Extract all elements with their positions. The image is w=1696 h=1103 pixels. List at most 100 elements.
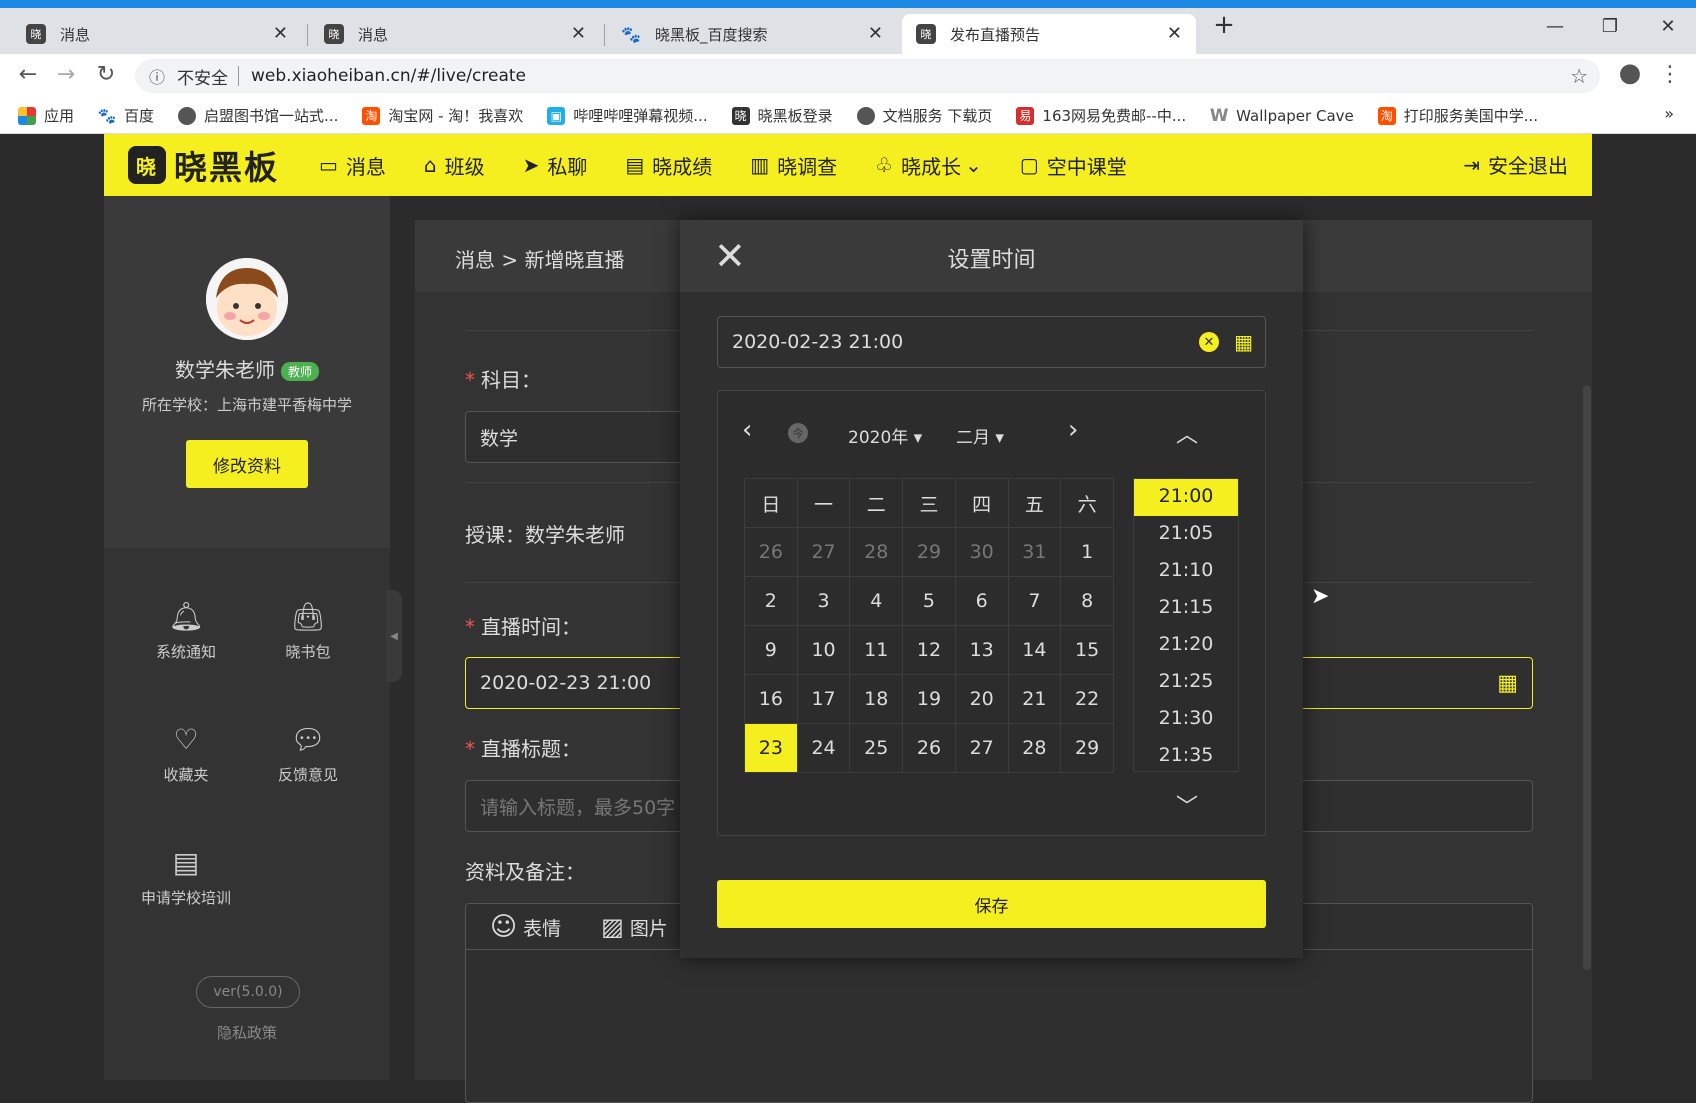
nav-item-growth[interactable]: ♧ 晓成长 ⌄	[875, 151, 982, 180]
year-select[interactable]: 2020年 ▾	[848, 423, 922, 448]
calendar-day[interactable]: 25	[849, 723, 904, 773]
bookmark-item[interactable]: 文档服务 下载页	[856, 105, 992, 126]
calendar-day[interactable]: 17	[796, 674, 851, 724]
time-option[interactable]: 21:25	[1134, 664, 1238, 701]
clear-icon[interactable]: ✕	[1199, 332, 1219, 352]
close-icon[interactable]: ✕	[868, 23, 883, 44]
nav-item-air-class[interactable]: ▢ 空中课堂	[1020, 151, 1127, 180]
calendar-day[interactable]: 13	[954, 625, 1009, 675]
minimize-icon[interactable]: —	[1535, 16, 1575, 37]
shortcut-feedback[interactable]: 💬︎ 反馈意见	[248, 723, 368, 785]
bookmark-item[interactable]: 淘打印服务美国中学...	[1377, 105, 1538, 126]
emoji-button[interactable]: ☺ 表情	[490, 912, 561, 942]
calendar-day[interactable]: 1	[1060, 527, 1114, 577]
calendar-day[interactable]: 26	[902, 723, 956, 773]
nav-item-scores[interactable]: ▤ 晓成绩	[625, 151, 712, 180]
calendar-day[interactable]: 10	[796, 625, 851, 675]
nav-item-class[interactable]: ⌂ 班级	[424, 151, 485, 180]
bookmark-item[interactable]: W Wallpaper Cave	[1210, 106, 1354, 126]
calendar-day[interactable]: 28	[849, 527, 904, 577]
calendar-day[interactable]: 2	[744, 576, 798, 626]
privacy-link[interactable]: 隐私政策	[104, 1022, 390, 1043]
restore-icon[interactable]: ❐	[1590, 16, 1630, 37]
calendar-day[interactable]: 11	[849, 625, 904, 675]
edit-profile-button[interactable]: 修改资料	[186, 440, 308, 488]
calendar-day[interactable]: 12	[902, 625, 956, 675]
calendar-day[interactable]: 3	[796, 576, 851, 626]
prev-month-icon[interactable]: ‹	[742, 415, 752, 445]
shortcut-system-notice[interactable]: 🔔︎ 系统通知	[126, 600, 246, 662]
calendar-day[interactable]: 6	[954, 576, 1009, 626]
datetime-input[interactable]: 2020-02-23 21:00 ✕ ▦	[717, 316, 1266, 368]
nav-item-chat[interactable]: ➤ 私聊	[523, 151, 588, 180]
browser-tab[interactable]: 晓 消息 ✕	[310, 14, 600, 54]
month-select[interactable]: 二月 ▾	[956, 423, 1004, 448]
account-icon[interactable]: ●	[1616, 58, 1644, 88]
time-option[interactable]: 21:10	[1134, 553, 1238, 590]
calendar-day[interactable]: 5	[902, 576, 956, 626]
bookmark-item[interactable]: 应用	[18, 105, 74, 126]
close-icon[interactable]: ✕	[1167, 23, 1182, 44]
calendar-day[interactable]: 9	[744, 625, 798, 675]
calendar-day[interactable]: 29	[1060, 723, 1114, 773]
subject-select[interactable]: 数学	[465, 411, 705, 463]
sidebar-collapse-handle[interactable]: ◀	[386, 590, 402, 682]
nav-item-messages[interactable]: ▭ 消息	[319, 151, 386, 180]
calendar-day[interactable]: 8	[1060, 576, 1114, 626]
new-tab-button[interactable]: +	[1204, 10, 1244, 40]
calendar-day[interactable]: 15	[1060, 625, 1114, 675]
calendar-day[interactable]: 27	[954, 723, 1009, 773]
page-scrollbar[interactable]	[1583, 385, 1591, 970]
time-scroll-down-icon[interactable]: ﹀	[1176, 789, 1198, 821]
window-close-icon[interactable]: ✕	[1648, 16, 1688, 37]
bookmark-item[interactable]: 淘淘宝网 - 淘！我喜欢	[362, 105, 523, 126]
forward-icon[interactable]: →	[52, 62, 80, 87]
shortcut-favorites[interactable]: ♡ 收藏夹	[126, 723, 246, 785]
bookmark-item[interactable]: 易 163网易免费邮--中...	[1016, 105, 1186, 126]
calendar-day[interactable]: 20	[954, 674, 1009, 724]
bookmark-item[interactable]: 🐾 百度	[98, 105, 154, 126]
reload-icon[interactable]: ↻	[92, 62, 120, 87]
calendar-day[interactable]: 22	[1060, 674, 1114, 724]
calendar-day[interactable]: 27	[796, 527, 851, 577]
browser-tab[interactable]: 晓 消息 ✕	[12, 14, 302, 54]
calendar-day[interactable]: 30	[954, 527, 1009, 577]
calendar-day[interactable]: 31	[1007, 527, 1062, 577]
calendar-icon[interactable]: ▦	[1497, 671, 1518, 696]
calendar-day[interactable]: 4	[849, 576, 904, 626]
browser-tab[interactable]: 🐾 晓黑板_百度搜索 ✕	[607, 14, 897, 54]
bookmark-item[interactable]: ▣ 哔哩哔哩弹幕视频...	[547, 105, 708, 126]
close-icon[interactable]: ✕	[571, 23, 586, 44]
logo[interactable]: 晓 晓黑板	[128, 141, 279, 189]
save-button[interactable]: 保存	[717, 880, 1266, 928]
shortcut-schoolbag[interactable]: 👜︎ 晓书包	[248, 600, 368, 662]
image-button[interactable]: ▨ 图片	[601, 913, 668, 941]
url-field[interactable]: ⓘ 不安全 web.xiaoheiban.cn/#/live/create ☆	[135, 59, 1600, 93]
calendar-day[interactable]: 21	[1007, 674, 1062, 724]
time-option[interactable]: 21:15	[1134, 590, 1238, 627]
calendar-day[interactable]: 29	[902, 527, 956, 577]
calendar-day[interactable]: 19	[902, 674, 956, 724]
close-icon[interactable]: ✕	[273, 23, 288, 44]
browser-tab-active[interactable]: 晓 发布直播预告 ✕	[902, 14, 1196, 54]
time-option[interactable]: 21:30	[1134, 701, 1238, 738]
nav-item-survey[interactable]: ▥ 晓调查	[750, 151, 837, 180]
time-option[interactable]: 21:20	[1134, 627, 1238, 664]
next-month-icon[interactable]: ›	[1068, 415, 1078, 445]
calendar-day[interactable]: 7	[1007, 576, 1062, 626]
calendar-day[interactable]: 16	[744, 674, 798, 724]
info-icon[interactable]: ⓘ	[149, 64, 165, 88]
calendar-icon[interactable]: ▦	[1234, 330, 1253, 354]
time-option[interactable]: 21:35	[1134, 738, 1238, 775]
bookmarks-overflow-icon[interactable]: »	[1664, 104, 1674, 123]
calendar-day[interactable]: 26	[744, 527, 798, 577]
today-button[interactable]: 今	[788, 423, 808, 443]
back-icon[interactable]: ←	[14, 62, 42, 87]
bookmark-star-icon[interactable]: ☆	[1570, 64, 1588, 88]
breadcrumb[interactable]: 消息 > 新增晓直播	[455, 244, 624, 273]
time-scroll-up-icon[interactable]: ︿	[1176, 417, 1198, 449]
bookmark-item[interactable]: 晓晓黑板登录	[731, 105, 833, 126]
menu-icon[interactable]: ⋮	[1656, 62, 1684, 87]
calendar-day[interactable]: 28	[1007, 723, 1062, 773]
calendar-day-selected[interactable]: 23	[744, 723, 798, 773]
